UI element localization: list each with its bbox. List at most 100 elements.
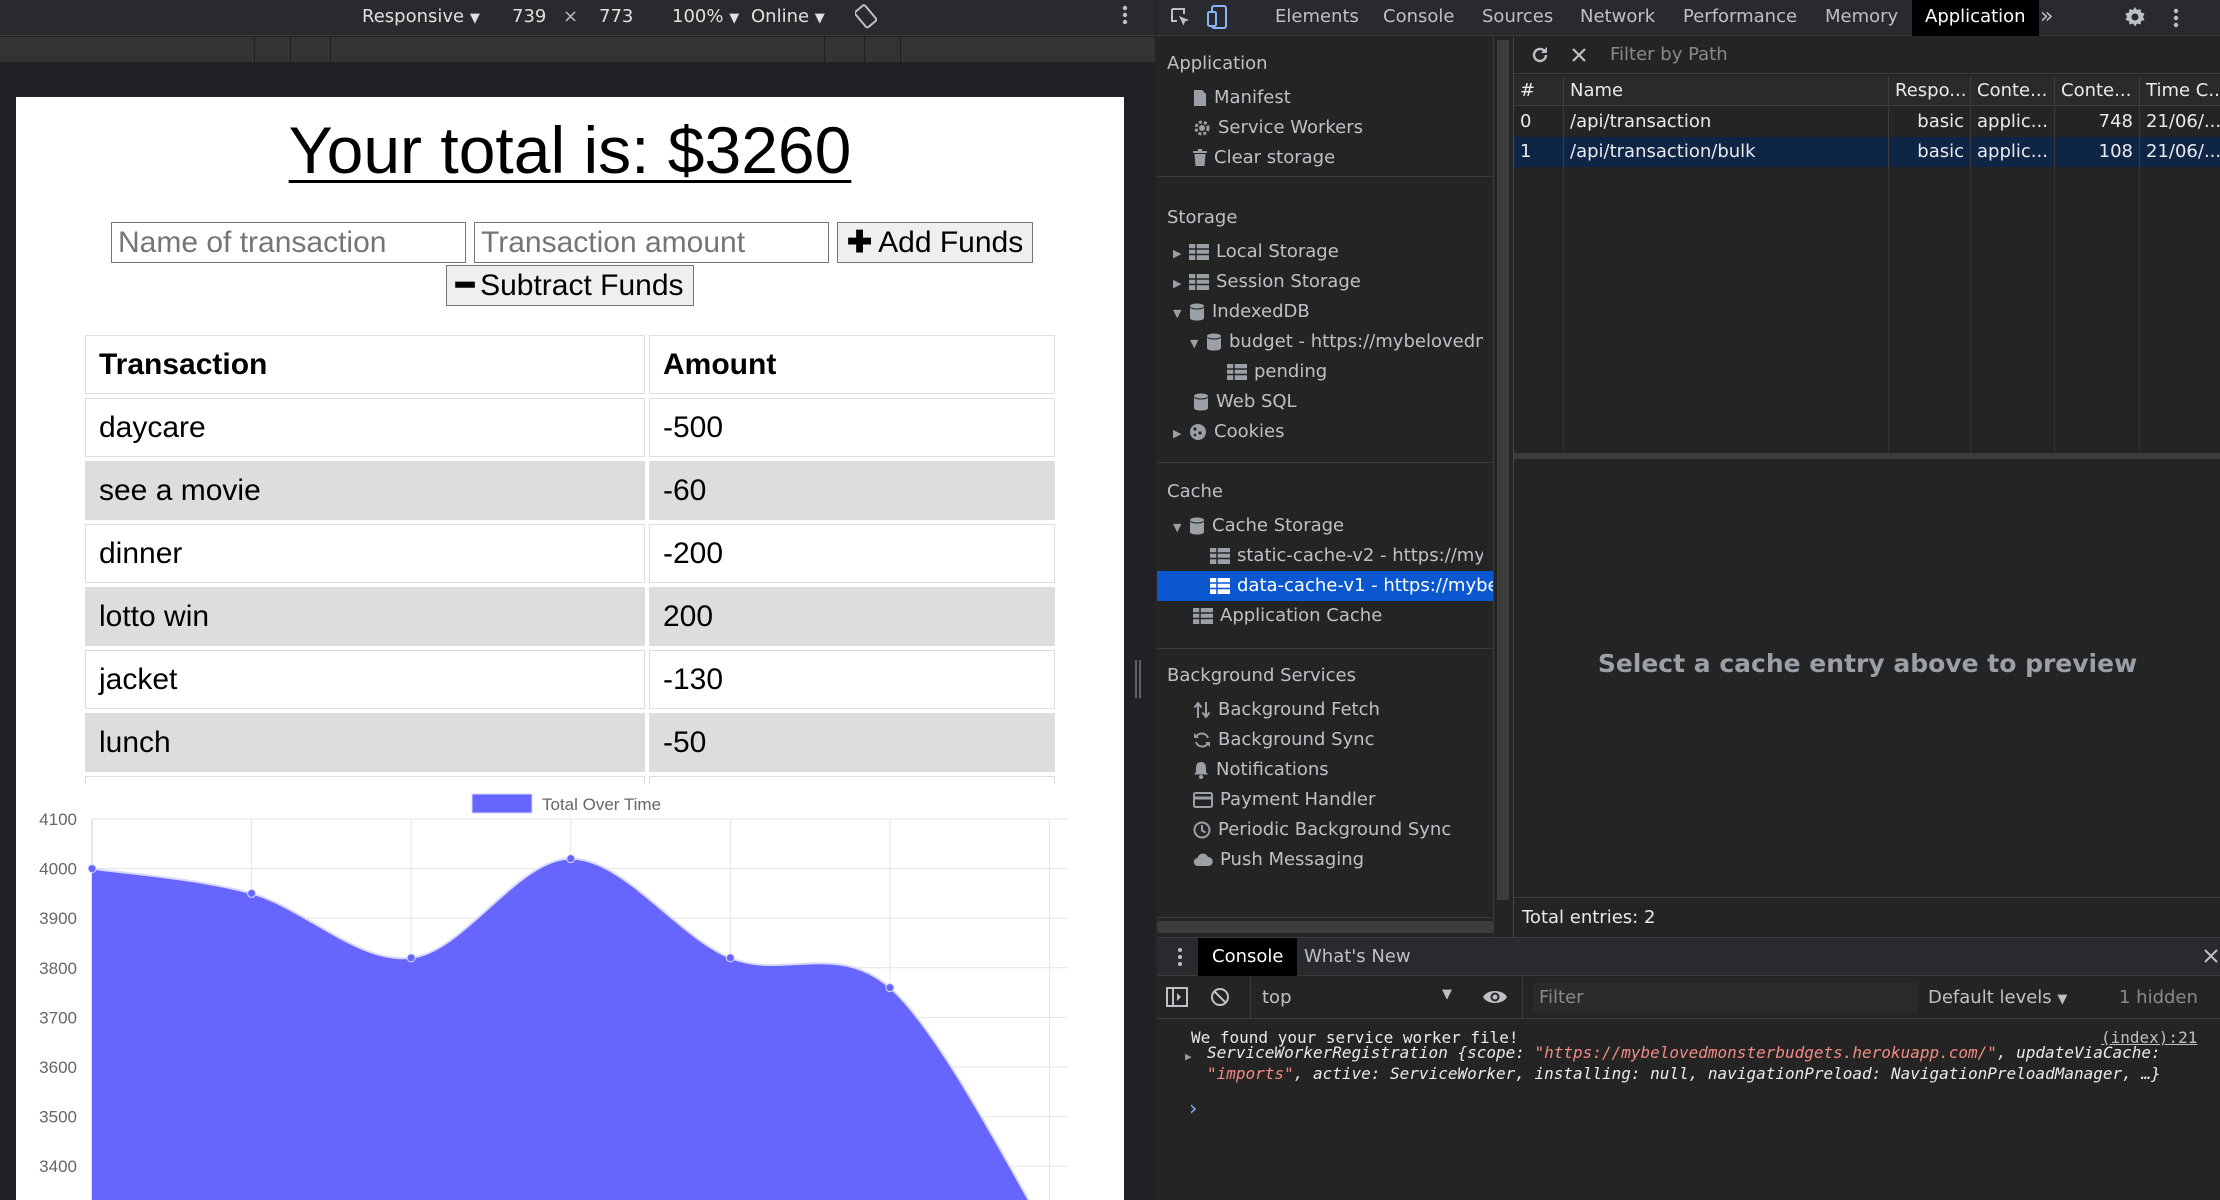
sidebar-item-payment-handler[interactable]: Payment Handler	[1193, 785, 1483, 815]
tab-sources[interactable]: Sources	[1469, 0, 1566, 36]
y-tick-label: 4000	[39, 860, 77, 879]
sidebar-item-periodic-background-sync[interactable]: Periodic Background Sync	[1193, 815, 1483, 845]
settings-gear-icon[interactable]	[2123, 5, 2147, 29]
cache-entry-row[interactable]: 0 /api/transaction basic applic... 748 2…	[1514, 107, 2220, 137]
collapse-triangle-icon[interactable]: ▼	[1173, 299, 1189, 327]
network-throttle-select[interactable]: Online ▼	[751, 6, 825, 27]
close-drawer-icon[interactable]	[2203, 948, 2219, 964]
column-header-name[interactable]: Name	[1564, 76, 1889, 106]
sidebar-item-notifications[interactable]: Notifications	[1193, 755, 1483, 785]
subtract-funds-button[interactable]: ━ Subtract Funds	[446, 265, 694, 306]
clear-console-icon[interactable]	[1210, 987, 1230, 1007]
tab-performance[interactable]: Performance	[1670, 0, 1810, 36]
plus-icon: ✚	[847, 226, 873, 259]
expand-object-icon[interactable]: ▶	[1185, 1050, 1192, 1063]
tab-memory[interactable]: Memory	[1812, 0, 1911, 36]
service-worker-registration-object[interactable]: ServiceWorkerRegistration {scope: "https…	[1207, 1042, 2207, 1084]
sidebar-item-clear-storage[interactable]: Clear storage	[1193, 143, 1483, 173]
sidebar-item-pending-store[interactable]: pending	[1227, 357, 1483, 387]
more-options-icon[interactable]	[1122, 3, 1128, 32]
tab-console[interactable]: Console	[1370, 0, 1467, 36]
column-header-time-cached[interactable]: Time C...	[2140, 76, 2220, 106]
viewport-width-input[interactable]: 739	[512, 6, 546, 27]
sidebar-item-cache-storage[interactable]: ▼ Cache Storage	[1173, 511, 1483, 541]
drawer-tab-whats-new[interactable]: What's New	[1290, 938, 1425, 976]
table-cell	[85, 776, 645, 784]
sidebar-item-manifest[interactable]: Manifest	[1193, 83, 1483, 113]
sidebar-item-background-fetch[interactable]: Background Fetch	[1193, 695, 1483, 725]
expand-triangle-icon[interactable]: ▶	[1173, 239, 1189, 267]
expand-triangle-icon[interactable]: ▶	[1173, 419, 1189, 447]
entry-index: 0	[1514, 107, 1564, 137]
entry-content-type: applic...	[1971, 107, 2055, 137]
object-preview-text: ServiceWorkerRegistration {scope:	[1207, 1043, 1535, 1062]
sidebar-divider	[1157, 462, 1493, 463]
table-grid-icon	[1227, 364, 1247, 380]
transaction-amount-cell: -130	[649, 650, 1055, 709]
sidebar-item-cookies[interactable]: ▶ Cookies	[1173, 417, 1483, 447]
sidebar-item-budget-db[interactable]: ▼ budget - https://mybelovedmonsterbudget…	[1190, 327, 1483, 357]
scrollbar-thumb[interactable]	[1497, 40, 1509, 900]
sidebar-item-local-storage[interactable]: ▶ Local Storage	[1173, 237, 1483, 267]
sidebar-item-push-messaging[interactable]: Push Messaging	[1193, 845, 1483, 875]
context-select[interactable]: top	[1262, 987, 1292, 1008]
viewport-height-input[interactable]: 773	[599, 6, 633, 27]
sidebar-item-session-storage[interactable]: ▶ Session Storage	[1173, 267, 1483, 297]
sidebar-item-label: Session Storage	[1216, 271, 1361, 292]
sidebar-item-static-cache[interactable]: static-cache-v2 - https://mybelovedmonst…	[1210, 541, 1483, 571]
tab-network[interactable]: Network	[1567, 0, 1668, 36]
sidebar-item-label: Local Storage	[1216, 241, 1339, 262]
rotate-icon[interactable]	[854, 3, 878, 34]
gear-icon	[1194, 120, 1210, 136]
sidebar-item-background-sync[interactable]: Background Sync	[1193, 725, 1483, 755]
sidebar-vertical-scrollbar[interactable]	[1493, 37, 1513, 937]
cache-entry-row[interactable]: 1 /api/transaction/bulk basic applic... …	[1514, 137, 2220, 167]
expand-triangle-icon[interactable]: ▶	[1173, 269, 1189, 297]
transaction-name-input[interactable]: Name of transaction	[111, 222, 466, 263]
caret-down-icon[interactable]: ▼	[1442, 987, 1452, 1002]
devtools-menu-icon[interactable]	[2173, 6, 2179, 30]
clear-icon[interactable]	[1570, 46, 1588, 64]
collapse-triangle-icon[interactable]: ▼	[1190, 329, 1206, 357]
bell-icon	[1194, 762, 1208, 779]
filter-by-path-input[interactable]: Filter by Path	[1610, 44, 1728, 65]
scrollbar-thumb[interactable]	[1157, 921, 1493, 933]
data-point	[247, 888, 257, 898]
transaction-amount-input[interactable]: Transaction amount	[474, 222, 829, 263]
sidebar-item-application-cache[interactable]: Application Cache	[1193, 601, 1483, 631]
console-prompt[interactable]: ›	[1187, 1096, 1199, 1120]
sidebar-item-indexeddb[interactable]: ▼ IndexedDB	[1173, 297, 1483, 327]
column-header-response-type[interactable]: Respo...	[1889, 76, 1971, 106]
more-tabs-icon[interactable]: »	[2027, 0, 2066, 36]
add-funds-button[interactable]: ✚ Add Funds	[837, 222, 1034, 263]
trash-icon	[1193, 149, 1207, 166]
table-row-partial	[85, 776, 1055, 784]
table-row: jacket -130	[85, 650, 1055, 709]
panel-resize-handle[interactable]	[1134, 660, 1142, 698]
column-header-content-type[interactable]: Conte...	[1971, 76, 2055, 106]
hidden-count: 1 hidden	[2119, 987, 2198, 1008]
column-header-index[interactable]: #	[1514, 76, 1564, 106]
drawer-menu-icon[interactable]	[1177, 947, 1183, 967]
device-mode-select[interactable]: Responsive ▼	[362, 6, 480, 27]
inspect-element-icon[interactable]	[1169, 6, 1191, 28]
device-toolbar-icon[interactable]	[1207, 5, 1229, 29]
live-expression-eye-icon[interactable]	[1482, 988, 1508, 1006]
refresh-icon[interactable]	[1530, 45, 1550, 65]
dimension-separator: ×	[563, 6, 579, 27]
page-viewport: Your total is: $3260 Name of transaction…	[16, 97, 1124, 1200]
collapse-triangle-icon[interactable]: ▼	[1173, 513, 1189, 541]
log-levels-select[interactable]: Default levels ▼	[1928, 987, 2067, 1008]
column-header-content-length[interactable]: Conte...	[2055, 76, 2140, 106]
sidebar-item-data-cache[interactable]: data-cache-v1 - https://mybelovedmonster…	[1157, 571, 1493, 601]
drawer-tab-console[interactable]: Console	[1198, 938, 1298, 976]
console-filter-input[interactable]: Filter	[1533, 983, 1918, 1013]
sidebar-horizontal-scrollbar[interactable]	[1157, 917, 1493, 937]
zoom-select[interactable]: 100% ▼	[672, 6, 739, 27]
tab-elements[interactable]: Elements	[1262, 0, 1372, 36]
tab-application[interactable]: Application	[1912, 0, 2039, 36]
sidebar-item-web-sql[interactable]: Web SQL	[1193, 387, 1483, 417]
legend-swatch	[471, 793, 533, 814]
sidebar-item-service-workers[interactable]: Service Workers	[1193, 113, 1483, 143]
sidebar-toggle-icon[interactable]	[1166, 987, 1188, 1007]
